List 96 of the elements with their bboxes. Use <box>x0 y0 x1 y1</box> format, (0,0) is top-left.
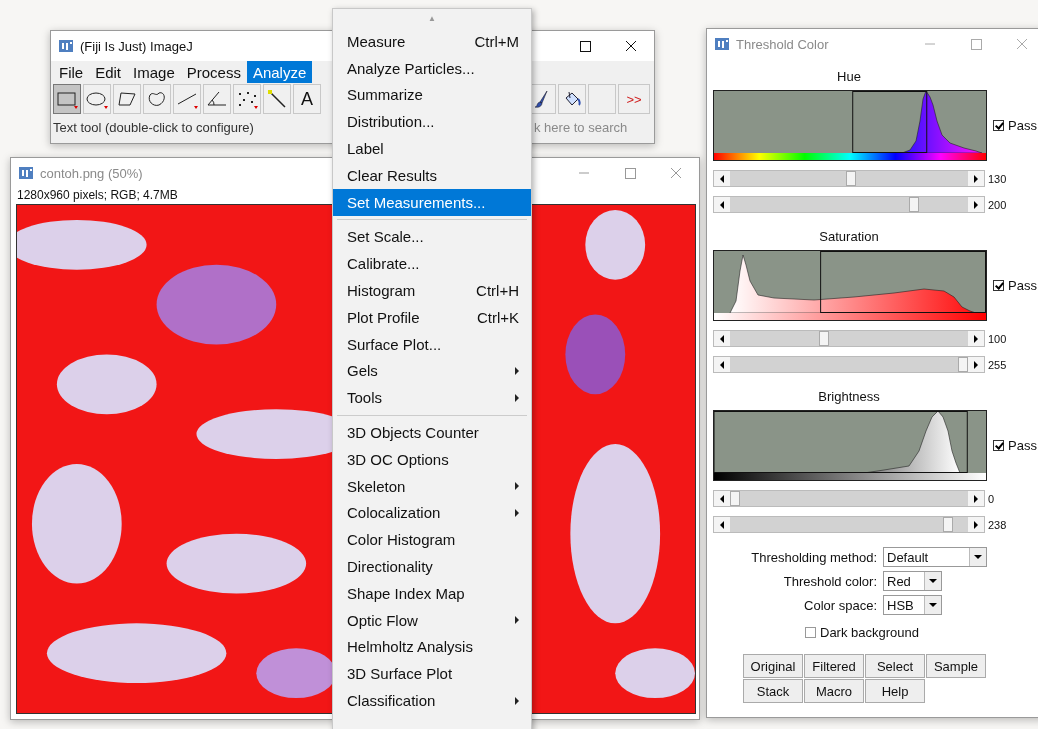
menu-item[interactable]: Histogram Ctrl+H <box>333 277 531 304</box>
text-tool[interactable]: A <box>293 84 321 114</box>
range-slider[interactable] <box>713 516 985 533</box>
option-label: Color space: <box>803 597 878 613</box>
range-slider[interactable] <box>713 490 985 507</box>
channel-title: Hue <box>837 69 861 84</box>
pass-checkbox[interactable] <box>993 120 1004 131</box>
checkbox-label: Pass <box>1008 278 1037 293</box>
freehand-tool[interactable] <box>143 84 171 114</box>
window-title: contoh.png (50%) <box>40 165 143 181</box>
menu-item[interactable]: Shape Index Map <box>333 579 531 607</box>
slider-value: 200 <box>988 198 1007 211</box>
action-button[interactable]: Stack <box>743 679 803 703</box>
menu-item[interactable]: 3D Objects Counter <box>333 419 531 446</box>
range-slider[interactable] <box>713 356 985 373</box>
range-slider[interactable] <box>713 330 985 347</box>
option-label: Threshold color: <box>782 573 878 589</box>
search-field[interactable]: k here to search <box>534 119 652 135</box>
menu-item[interactable]: Analyze <box>246 61 313 83</box>
menu-item[interactable]: Image <box>127 61 181 83</box>
menu-item[interactable]: Optic Flow <box>333 606 531 634</box>
action-button[interactable]: Select <box>865 654 925 678</box>
menu-item[interactable]: Colocalization <box>333 499 531 527</box>
menu-item[interactable]: Distribution... <box>333 108 531 136</box>
slider-value: 130 <box>988 172 1007 185</box>
slider-thumb[interactable] <box>908 197 919 212</box>
menu-item[interactable]: Color Histogram <box>333 526 531 554</box>
range-slider[interactable] <box>713 196 985 213</box>
menu-item[interactable]: Summarize <box>333 81 531 109</box>
slider-value: 100 <box>988 332 1007 345</box>
menu-item[interactable]: Surface Plot... <box>333 330 531 358</box>
action-button[interactable]: Macro <box>804 679 864 703</box>
action-button[interactable]: Help <box>865 679 925 703</box>
menu-item[interactable]: Gels <box>333 357 531 385</box>
angle-tool[interactable] <box>203 84 231 114</box>
menu-item[interactable]: Process <box>180 61 247 83</box>
slider-value: 255 <box>988 358 1007 371</box>
dropdown[interactable]: Default <box>883 547 987 567</box>
polygon-icon <box>115 89 139 109</box>
menu-item[interactable]: Clear Results <box>333 162 531 189</box>
option-label: Thresholding method: <box>750 549 878 565</box>
app-icon <box>19 166 33 180</box>
menu-item[interactable]: Classification <box>333 687 531 714</box>
app-icon <box>59 39 73 53</box>
channel-title: Brightness <box>818 389 880 404</box>
slider-thumb[interactable] <box>942 517 953 532</box>
menu-item[interactable]: Tools <box>333 384 531 412</box>
menu-item[interactable]: Skeleton <box>333 472 531 500</box>
window-title: Threshold Color <box>736 36 829 52</box>
checkbox-label: Pass <box>1008 118 1037 133</box>
action-button[interactable]: Original <box>743 654 803 678</box>
dropdown[interactable]: HSB <box>883 595 942 615</box>
channel-title: Saturation <box>819 229 879 244</box>
checkbox-label: Pass <box>1008 438 1037 453</box>
oval-tool[interactable] <box>83 84 111 114</box>
slider-value: 238 <box>988 518 1007 531</box>
slider-thumb[interactable] <box>730 491 740 506</box>
menu-item[interactable]: Set Measurements... <box>333 188 531 216</box>
menu-item[interactable]: Analyze Particles... <box>333 54 531 82</box>
checkbox-label: Dark background <box>820 625 919 640</box>
slider-thumb[interactable] <box>819 331 830 346</box>
pass-checkbox[interactable] <box>993 280 1004 291</box>
menu-item[interactable]: Plot Profile Ctrl+K <box>333 303 531 331</box>
menu-item[interactable]: Directionality <box>333 553 531 580</box>
multipoint-tool[interactable] <box>233 84 261 114</box>
action-button[interactable]: Filtered <box>804 654 864 678</box>
wand-tool[interactable] <box>263 84 291 114</box>
window-title: (Fiji Is Just) ImageJ <box>80 38 193 54</box>
rectangle-tool[interactable] <box>53 84 81 114</box>
oval-icon <box>85 89 109 109</box>
app-icon <box>715 37 729 51</box>
slider-value: 0 <box>988 492 995 505</box>
menu-item[interactable]: Edit <box>89 61 128 83</box>
status-text: Text tool (double-click to configure) <box>53 119 254 135</box>
menu-item[interactable]: File <box>53 61 90 83</box>
line-tool[interactable] <box>173 84 201 114</box>
dropdown[interactable]: Red <box>883 571 942 591</box>
menu-item[interactable]: Helmholtz Analysis <box>333 633 531 661</box>
menu-item[interactable]: Measure Ctrl+M <box>333 28 531 55</box>
slider-thumb[interactable] <box>958 357 968 372</box>
menu-item[interactable]: Label <box>333 135 531 162</box>
menu-item[interactable]: Set Scale... <box>333 223 531 251</box>
polygon-tool[interactable] <box>113 84 141 114</box>
bucket-tool[interactable] <box>558 84 586 114</box>
image-info: 1280x960 pixels; RGB; 4.7MB <box>17 188 178 202</box>
dark-background-checkbox[interactable] <box>805 627 816 638</box>
menu-item[interactable]: 3D OC Options <box>333 445 531 473</box>
slider-thumb[interactable] <box>846 171 857 186</box>
rectangle-icon <box>55 89 79 109</box>
action-button[interactable]: Sample <box>926 654 986 678</box>
menu-item[interactable]: 3D Surface Plot <box>333 660 531 688</box>
more-tool[interactable]: >> <box>618 84 650 114</box>
angle-icon <box>205 89 229 109</box>
menu-item[interactable]: Calibrate... <box>333 250 531 278</box>
range-slider[interactable] <box>713 170 985 187</box>
pass-checkbox[interactable] <box>993 440 1004 451</box>
